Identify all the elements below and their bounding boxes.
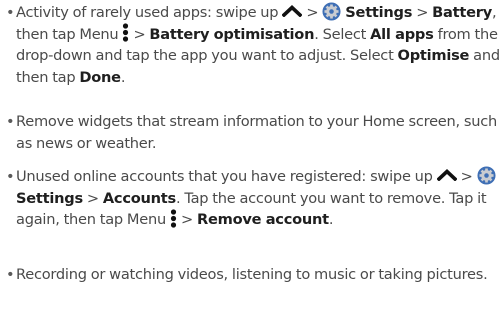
optimise-label: Optimise <box>397 47 470 65</box>
text-fragment: Activity of rarely used apps: swipe up <box>16 4 279 21</box>
settings-gear-icon <box>322 1 341 21</box>
done-label: Done <box>79 68 121 86</box>
list-item-text: Remove widgets that stream information t… <box>16 113 498 152</box>
battery-label: Battery <box>432 4 492 21</box>
bullet-marker: • <box>6 113 15 130</box>
accounts-label: Accounts <box>102 189 176 207</box>
all-apps-label: All apps <box>370 25 434 43</box>
separator-text: > <box>133 25 146 43</box>
separator-text: > <box>460 168 473 185</box>
list-item-remove-widgets: • Remove widgets that stream information… <box>0 111 500 154</box>
list-item-media-activity: • Recording or watching videos, listenin… <box>0 264 500 286</box>
text-fragment: Unused online accounts that you have reg… <box>16 168 433 185</box>
chevron-up-icon <box>436 169 457 181</box>
list-item-text: Recording or watching videos, listening … <box>16 266 488 283</box>
settings-gear-icon <box>477 165 496 185</box>
remove-account-label: Remove account <box>197 211 329 229</box>
list-item-text: Activity of rarely used apps: swipe up >… <box>16 1 500 88</box>
list-item-text: Unused online accounts that you have reg… <box>16 165 500 231</box>
text-fragment: . <box>120 68 126 86</box>
vertical-dots-menu-icon <box>122 23 129 42</box>
separator-text: > <box>86 189 99 207</box>
text-fragment: . <box>328 211 334 229</box>
separator-text: > <box>181 211 193 229</box>
text-fragment: . Select <box>314 25 367 43</box>
document-page: • Activity of rarely used apps: swipe up… <box>0 0 501 313</box>
list-item-unused-accounts: • Unused online accounts that you have r… <box>0 165 500 231</box>
bullet-marker: • <box>6 266 15 283</box>
separator-text: > <box>416 4 429 21</box>
separator-text: > <box>306 4 319 21</box>
battery-optimisation-label: Battery optimisation <box>149 25 315 43</box>
bullet-marker: • <box>6 4 15 21</box>
list-item-battery-optimisation: • Activity of rarely used apps: swipe up… <box>0 1 500 88</box>
settings-label: Settings <box>16 189 83 207</box>
bullet-marker: • <box>6 168 15 185</box>
chevron-up-icon <box>282 5 303 17</box>
vertical-dots-menu-icon <box>170 209 177 228</box>
settings-label: Settings <box>345 4 413 21</box>
